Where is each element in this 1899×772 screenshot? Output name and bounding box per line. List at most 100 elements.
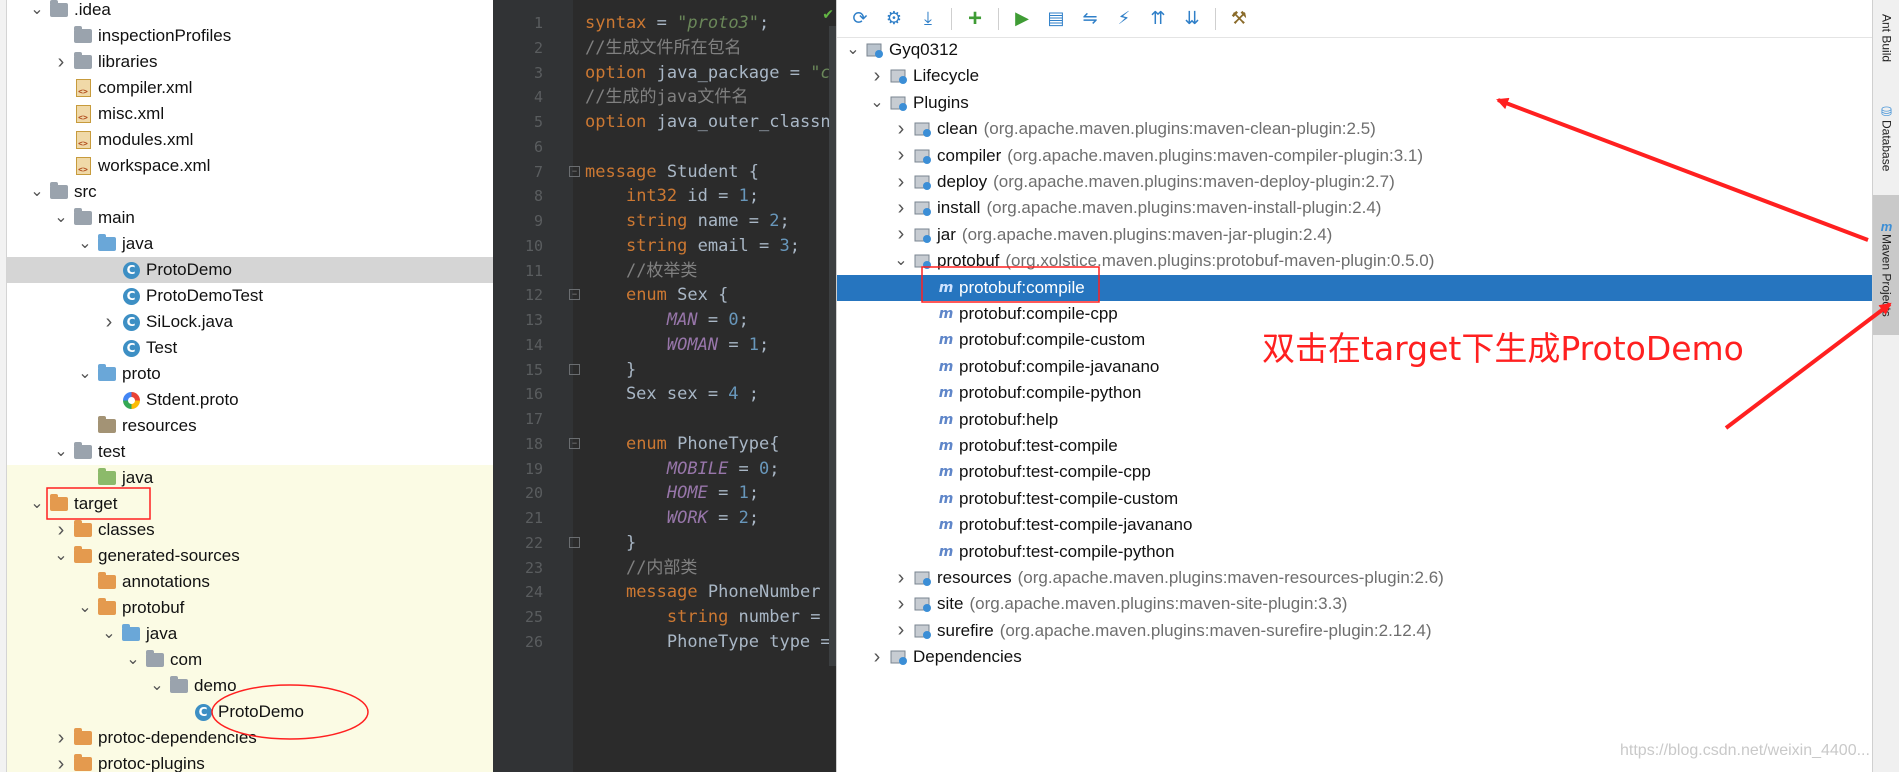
maven-goal-item[interactable]: m protobuf:test-compile-python bbox=[837, 539, 1873, 565]
tree-item[interactable]: C ProtoDemoTest bbox=[7, 283, 493, 309]
maven-goal-item[interactable]: m protobuf:test-compile-javanano bbox=[837, 512, 1873, 538]
tool-window-tab[interactable]: ⛁ Database bbox=[1873, 90, 1899, 180]
tree-item[interactable]: <> misc.xml bbox=[7, 101, 493, 127]
settings-icon[interactable]: ⚒ bbox=[1226, 6, 1252, 32]
maven-goal-item[interactable]: m protobuf:test-compile-custom bbox=[837, 486, 1873, 512]
fold-marker-icon[interactable] bbox=[569, 363, 580, 375]
maven-tree-item[interactable]: › jar (org.apache.maven.plugins:maven-jar-… bbox=[837, 222, 1873, 248]
tree-item[interactable]: ⌄ java bbox=[7, 231, 493, 257]
fold-marker-icon[interactable] bbox=[569, 536, 580, 548]
tree-item[interactable]: <> compiler.xml bbox=[7, 75, 493, 101]
maven-goal-item[interactable]: m protobuf:test-compile-cpp bbox=[837, 459, 1873, 485]
tree-item[interactable]: › classes bbox=[7, 517, 493, 543]
tree-item[interactable]: ⌄ target bbox=[7, 491, 493, 517]
chevron-right-icon[interactable]: › bbox=[893, 195, 909, 221]
tree-item[interactable]: ⌄ proto bbox=[7, 361, 493, 387]
tree-item[interactable]: Stdent.proto bbox=[7, 387, 493, 413]
chevron-down-icon[interactable]: ⌄ bbox=[29, 0, 45, 23]
tree-item[interactable]: ⌄ .idea bbox=[7, 0, 493, 23]
tree-item[interactable]: resources bbox=[7, 413, 493, 439]
maven-tree-item[interactable]: › Dependencies bbox=[837, 644, 1873, 670]
tree-item[interactable]: java bbox=[7, 465, 493, 491]
tree-item[interactable]: ⌄ test bbox=[7, 439, 493, 465]
tree-item[interactable]: › protoc-dependencies bbox=[7, 725, 493, 751]
maven-tree-item[interactable]: › compiler (org.apache.maven.plugins:maven… bbox=[837, 143, 1873, 169]
chevron-down-icon[interactable]: ⌄ bbox=[53, 439, 69, 465]
generate-sources-icon[interactable]: ⚙ bbox=[881, 6, 907, 32]
tree-item[interactable]: ⌄ java bbox=[7, 621, 493, 647]
editor-scrollbar[interactable] bbox=[829, 26, 836, 666]
chevron-right-icon[interactable]: › bbox=[893, 618, 909, 644]
add-icon[interactable]: + bbox=[962, 5, 988, 32]
chevron-down-icon[interactable]: ⌄ bbox=[125, 647, 141, 673]
chevron-right-icon[interactable]: › bbox=[893, 143, 909, 169]
reimport-icon[interactable]: ⟳ bbox=[847, 6, 873, 32]
maven-tree-item[interactable]: › site (org.apache.maven.plugins:maven-sit… bbox=[837, 591, 1873, 617]
chevron-right-icon[interactable]: › bbox=[893, 565, 909, 591]
tree-item[interactable]: ⌄ generated-sources bbox=[7, 543, 493, 569]
run-icon[interactable]: ▶ bbox=[1009, 6, 1035, 32]
chevron-right-icon[interactable]: › bbox=[53, 517, 69, 543]
tree-item[interactable]: <> modules.xml bbox=[7, 127, 493, 153]
maven-tree-item[interactable]: › surefire (org.apache.maven.plugins:maven… bbox=[837, 618, 1873, 644]
tree-item[interactable]: C Test bbox=[7, 335, 493, 361]
tree-item[interactable]: <> workspace.xml bbox=[7, 153, 493, 179]
chevron-down-icon[interactable]: ⌄ bbox=[845, 37, 861, 63]
code-line[interactable]: option java_outer_classn bbox=[585, 107, 831, 137]
chevron-down-icon[interactable]: ⌄ bbox=[893, 248, 909, 274]
tree-item[interactable]: › C SiLock.java bbox=[7, 309, 493, 335]
maven-tree-item[interactable]: ⌄ Gyq0312 bbox=[837, 37, 1873, 63]
chevron-down-icon[interactable]: ⌄ bbox=[53, 205, 69, 231]
maven-tree-item[interactable]: › deploy (org.apache.maven.plugins:maven-d… bbox=[837, 169, 1873, 195]
fold-marker-icon[interactable]: − bbox=[569, 165, 580, 177]
run-config-icon[interactable]: ▤ bbox=[1043, 6, 1069, 32]
chevron-down-icon[interactable]: ⌄ bbox=[149, 673, 165, 699]
tree-item[interactable]: C ProtoDemo bbox=[7, 699, 493, 725]
chevron-right-icon[interactable]: › bbox=[53, 751, 69, 772]
expand-all-icon[interactable]: ⇈ bbox=[1145, 6, 1171, 32]
chevron-down-icon[interactable]: ⌄ bbox=[29, 179, 45, 205]
maven-goal-item[interactable]: m protobuf:compile-python bbox=[837, 380, 1873, 406]
chevron-down-icon[interactable]: ⌄ bbox=[869, 90, 885, 116]
fold-marker-icon[interactable]: − bbox=[569, 289, 580, 301]
maven-tree-item[interactable]: ⌄ protobuf (org.xolstice.maven.plugins:pro… bbox=[837, 248, 1873, 274]
tree-item[interactable]: ⌄ protobuf bbox=[7, 595, 493, 621]
toggle-offline-icon[interactable]: ⇋ bbox=[1077, 6, 1103, 32]
chevron-down-icon[interactable]: ⌄ bbox=[53, 543, 69, 569]
tree-item[interactable]: annotations bbox=[7, 569, 493, 595]
chevron-right-icon[interactable]: › bbox=[893, 591, 909, 617]
tree-item[interactable]: C ProtoDemo bbox=[7, 257, 493, 283]
chevron-right-icon[interactable]: › bbox=[869, 644, 885, 670]
editor-code-area[interactable]: syntax = "proto3"; //生成文件所在包名 option java_… bbox=[585, 0, 836, 772]
maven-tree-item[interactable]: ⌄ Plugins bbox=[837, 90, 1873, 116]
chevron-right-icon[interactable]: › bbox=[893, 116, 909, 142]
maven-tree-item[interactable]: › Lifecycle bbox=[837, 63, 1873, 89]
fold-marker-icon[interactable]: − bbox=[569, 437, 580, 449]
chevron-down-icon[interactable]: ⌄ bbox=[77, 231, 93, 257]
collapse-all-icon[interactable]: ⇊ bbox=[1179, 6, 1205, 32]
chevron-right-icon[interactable]: › bbox=[53, 49, 69, 75]
chevron-right-icon[interactable]: › bbox=[869, 63, 885, 89]
tree-item[interactable]: ⌄ main bbox=[7, 205, 493, 231]
tree-item[interactable]: › libraries bbox=[7, 49, 493, 75]
chevron-right-icon[interactable]: › bbox=[893, 169, 909, 195]
maven-tree-item[interactable]: › install (org.apache.maven.plugins:maven-… bbox=[837, 195, 1873, 221]
maven-goal-item[interactable]: m protobuf:help bbox=[837, 407, 1873, 433]
chevron-right-icon[interactable]: › bbox=[893, 222, 909, 248]
download-icon[interactable]: ⤓ bbox=[915, 6, 941, 32]
tree-item[interactable]: › protoc-plugins bbox=[7, 751, 493, 772]
skip-tests-icon[interactable]: ⚡ bbox=[1111, 6, 1137, 32]
chevron-down-icon[interactable]: ⌄ bbox=[29, 491, 45, 517]
maven-goal-item[interactable]: m protobuf:test-compile bbox=[837, 433, 1873, 459]
maven-tree-item[interactable]: › resources (org.apache.maven.plugins:mave… bbox=[837, 565, 1873, 591]
chevron-right-icon[interactable]: › bbox=[53, 725, 69, 751]
chevron-down-icon[interactable]: ⌄ bbox=[77, 361, 93, 387]
maven-goal-item[interactable]: m protobuf:compile bbox=[837, 274, 1873, 301]
chevron-down-icon[interactable]: ⌄ bbox=[101, 621, 117, 647]
code-editor[interactable]: 1 2 3 4 5 6 7 8 9 10 11 12 13 14 15 16 17 18 19 20 21 22 23 24 2… bbox=[493, 0, 836, 772]
tree-item[interactable]: inspectionProfiles bbox=[7, 23, 493, 49]
tool-window-tab[interactable]: m Maven Projects bbox=[1873, 195, 1899, 335]
maven-tree-item[interactable]: › clean (org.apache.maven.plugins:maven-cl… bbox=[837, 116, 1873, 142]
code-line[interactable]: Sex sex = 4 ; bbox=[585, 379, 759, 409]
tree-item[interactable]: ⌄ com bbox=[7, 647, 493, 673]
